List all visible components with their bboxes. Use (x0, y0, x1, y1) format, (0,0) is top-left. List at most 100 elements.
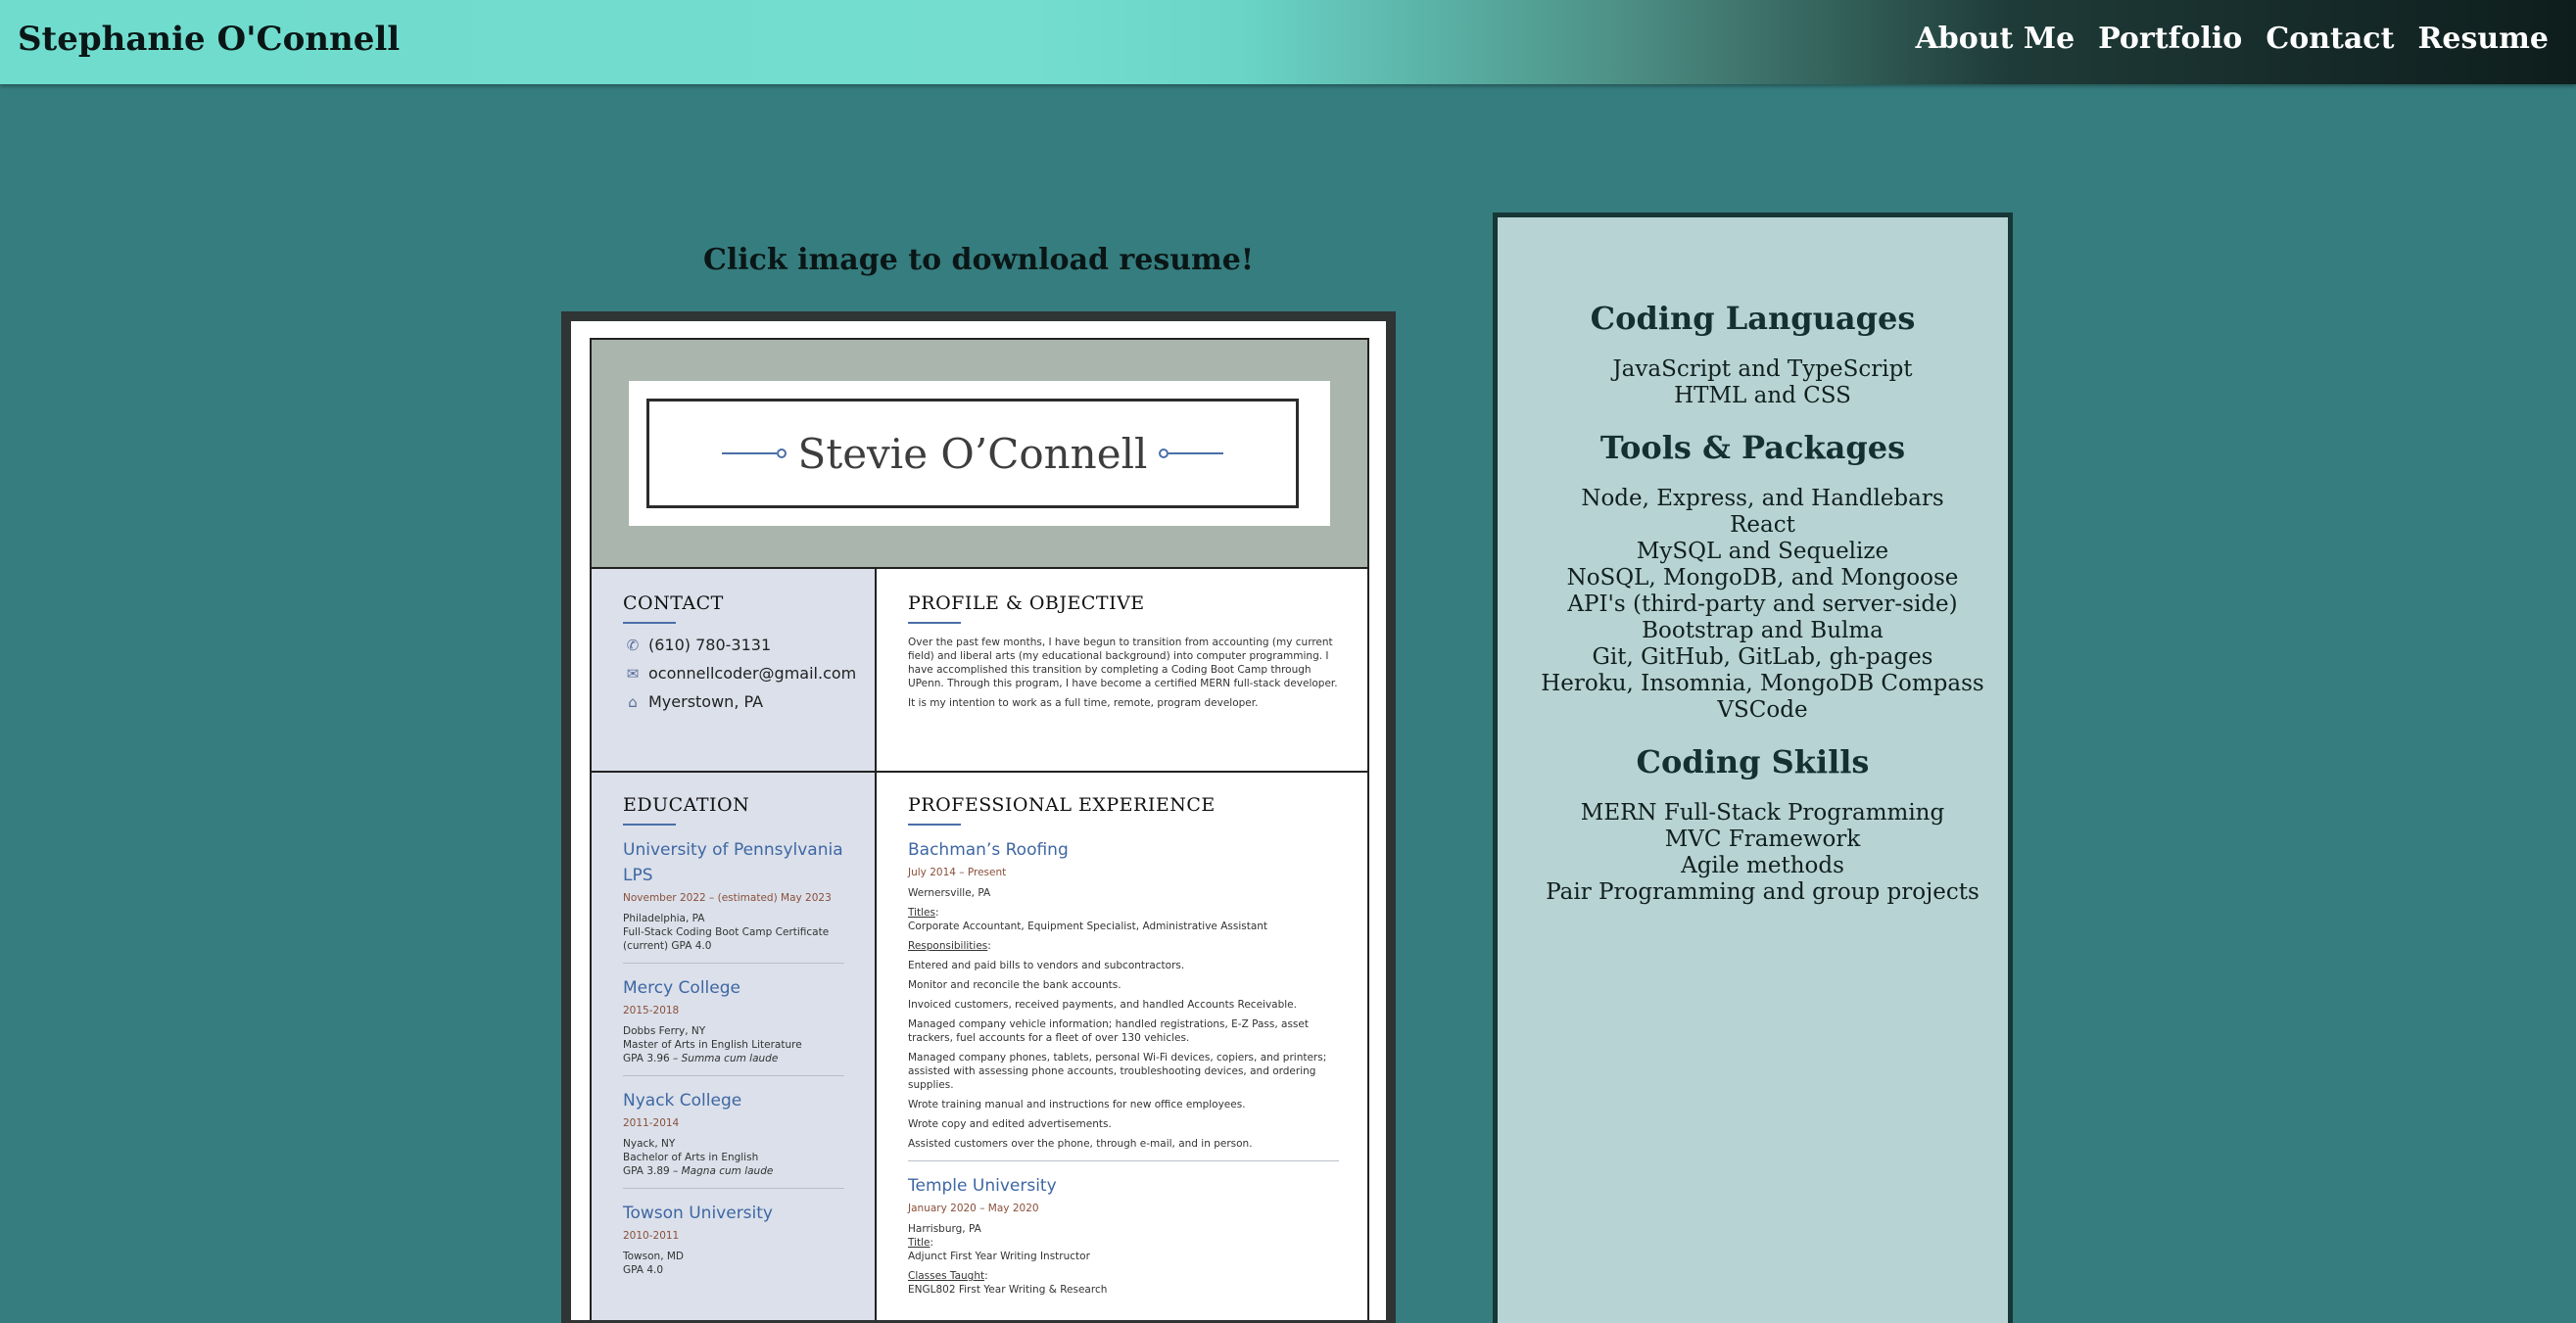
school-gpa: GPA 4.0 (623, 1264, 664, 1276)
job-titles: Corporate Accountant, Equipment Speciali… (908, 921, 1268, 932)
tools-packages-list: Node, Express, and Handlebars React MySQ… (1517, 486, 2008, 724)
nav-contact[interactable]: Contact (2266, 22, 2394, 56)
nav-about-me[interactable]: About Me (1915, 22, 2075, 56)
skill-item: MVC Framework (1664, 827, 1861, 852)
profile-intention: It is my intention to work as a full tim… (908, 697, 1259, 709)
resume-name-band: Stevie O’Connell (592, 340, 1367, 569)
resume-right-column: PROFILE & OBJECTIVE Over the past few mo… (877, 569, 1367, 1320)
nav-portfolio[interactable]: Portfolio (2098, 22, 2242, 56)
honor-text: Magna cum laude (681, 1165, 774, 1177)
school-name: Mercy College (623, 978, 740, 998)
school-gpa: (current) GPA 4.0 (623, 940, 712, 952)
skill-item: MySQL and Sequelize (1636, 539, 1889, 564)
resume-name-box: Stevie O’Connell (646, 399, 1299, 508)
contact-phone: ✆ (610) 780-3131 (623, 636, 856, 654)
job-bullet: Wrote training manual and instructions f… (908, 1099, 1246, 1110)
contact-section: CONTACT ✆ (610) 780-3131 ✉ oconnellcoder… (623, 592, 856, 721)
profile-section: PROFILE & OBJECTIVE Over the past few mo… (908, 592, 1339, 710)
school-dates: 2011-2014 (623, 1117, 680, 1129)
profile-title: PROFILE & OBJECTIVE (908, 592, 1145, 614)
site-title[interactable]: Stephanie O'Connell (18, 20, 400, 59)
home-icon: ⌂ (628, 692, 638, 711)
job-dates: July 2014 – Present (908, 867, 1007, 878)
education-entry: Mercy College 2015-2018 Dobbs Ferry, NY … (623, 975, 844, 1065)
experience-section: PROFESSIONAL EXPERIENCE Bachman’s Roofin… (908, 794, 1339, 1297)
gpa-text: GPA 3.96 – (623, 1053, 682, 1064)
school-dates: 2010-2011 (623, 1230, 680, 1242)
school-place: Nyack, NY (623, 1138, 676, 1150)
school-name: University of Pennsylvania LPS (623, 840, 843, 885)
email-text: oconnellcoder@gmail.com (648, 664, 857, 683)
honor-text: Summa cum laude (681, 1053, 779, 1064)
entry-divider (623, 1075, 844, 1076)
job-bullet: Managed company vehicle information; han… (908, 1018, 1309, 1044)
job-classes: ENGL802 First Year Writing & Research (908, 1284, 1108, 1296)
job-bullet: Assisted customers over the phone, throu… (908, 1138, 1253, 1150)
job-classes-label: Classes Taught: (908, 1270, 988, 1282)
skill-item: VSCode (1717, 697, 1808, 723)
job-dates: January 2020 – May 2020 (908, 1203, 1039, 1214)
school-name: Towson University (623, 1204, 773, 1223)
skill-item: Git, GitHub, GitLab, gh-pages (1592, 644, 1933, 670)
skill-item: Heroku, Insomnia, MongoDB Compass (1541, 671, 1984, 696)
contact-email: ✉ oconnellcoder@gmail.com (623, 664, 857, 683)
contact-location: ⌂ Myerstown, PA (623, 692, 856, 711)
section-rule (908, 824, 961, 826)
skill-item: API's (third-party and server-side) (1567, 591, 1958, 617)
skill-item: React (1730, 512, 1795, 538)
skill-item: MERN Full-Stack Programming (1580, 800, 1945, 826)
row-divider (592, 771, 1367, 773)
main-nav: About Me Portfolio Contact Resume (1915, 22, 2549, 56)
school-dates: 2015-2018 (623, 1005, 680, 1016)
section-rule (623, 622, 676, 624)
school-detail: Master of Arts in English Literature (623, 1039, 802, 1051)
decorative-line-right (1159, 449, 1224, 458)
school-gpa: GPA 3.96 – Summa cum laude (623, 1052, 844, 1065)
resume-document: Stevie O’Connell CONTACT ✆ (610) 780-313… (590, 338, 1369, 1320)
experience-title: PROFESSIONAL EXPERIENCE (908, 794, 1216, 816)
section-rule (623, 824, 676, 826)
job-place: Wernersville, PA (908, 887, 991, 899)
resume-left-column: CONTACT ✆ (610) 780-3131 ✉ oconnellcoder… (592, 569, 877, 1320)
phone-icon: ✆ (626, 636, 640, 654)
job-bullet: Entered and paid bills to vendors and su… (908, 960, 1185, 971)
site-header: Stephanie O'Connell About Me Portfolio C… (0, 0, 2576, 84)
profile-paragraph: Over the past few months, I have begun t… (908, 637, 1338, 689)
job-entry: Temple University January 2020 – May 202… (908, 1173, 1339, 1297)
resume-download-image[interactable]: Stevie O’Connell CONTACT ✆ (610) 780-313… (561, 311, 1396, 1323)
school-place: Dobbs Ferry, NY (623, 1025, 706, 1037)
entry-divider (623, 963, 844, 964)
job-bullet: Wrote copy and edited advertisements. (908, 1118, 1112, 1130)
location-text: Myerstown, PA (648, 692, 764, 711)
contact-title: CONTACT (623, 592, 724, 614)
job-place: Harrisburg, PA (908, 1223, 981, 1235)
education-entry: University of Pennsylvania LPS November … (623, 837, 844, 953)
skills-panel: Coding Languages JavaScript and TypeScri… (1493, 213, 2013, 1323)
school-dates: November 2022 – (estimated) May 2023 (623, 892, 832, 904)
coding-skills-heading: Coding Skills (1636, 743, 1870, 780)
job-resp-label: Responsibilities: (908, 940, 991, 952)
job-entry: Bachman’s Roofing July 2014 – Present We… (908, 837, 1339, 1151)
nav-resume[interactable]: Resume (2417, 22, 2549, 56)
employer-name: Temple University (908, 1176, 1057, 1196)
skill-item: NoSQL, MongoDB, and Mongoose (1566, 565, 1959, 591)
job-bullet: Monitor and reconcile the bank accounts. (908, 979, 1121, 991)
education-entry: Nyack College 2011-2014 Nyack, NY Bachel… (623, 1088, 844, 1178)
education-entry: Towson University 2010-2011 Towson, MD G… (623, 1201, 844, 1277)
school-detail: Bachelor of Arts in English (623, 1152, 759, 1163)
tools-packages-heading: Tools & Packages (1599, 429, 1906, 466)
education-section: EDUCATION University of Pennsylvania LPS… (623, 794, 844, 1277)
job-titles-label: Titles: (908, 907, 939, 919)
resume-name-card: Stevie O’Connell (629, 381, 1330, 526)
education-title: EDUCATION (623, 794, 750, 816)
phone-text: (610) 780-3131 (648, 636, 772, 654)
skill-item: HTML and CSS (1674, 383, 1851, 408)
entry-divider (908, 1160, 1339, 1161)
job-bullet: Invoiced customers, received payments, a… (908, 999, 1297, 1011)
mail-icon: ✉ (626, 664, 640, 683)
coding-languages-heading: Coding Languages (1590, 300, 1916, 337)
skill-item: Node, Express, and Handlebars (1581, 486, 1944, 511)
skill-item: JavaScript and TypeScript (1612, 356, 1913, 382)
job-bullet: Managed company phones, tablets, persona… (908, 1052, 1327, 1091)
download-resume-heading: Click image to download resume! (702, 243, 1255, 277)
